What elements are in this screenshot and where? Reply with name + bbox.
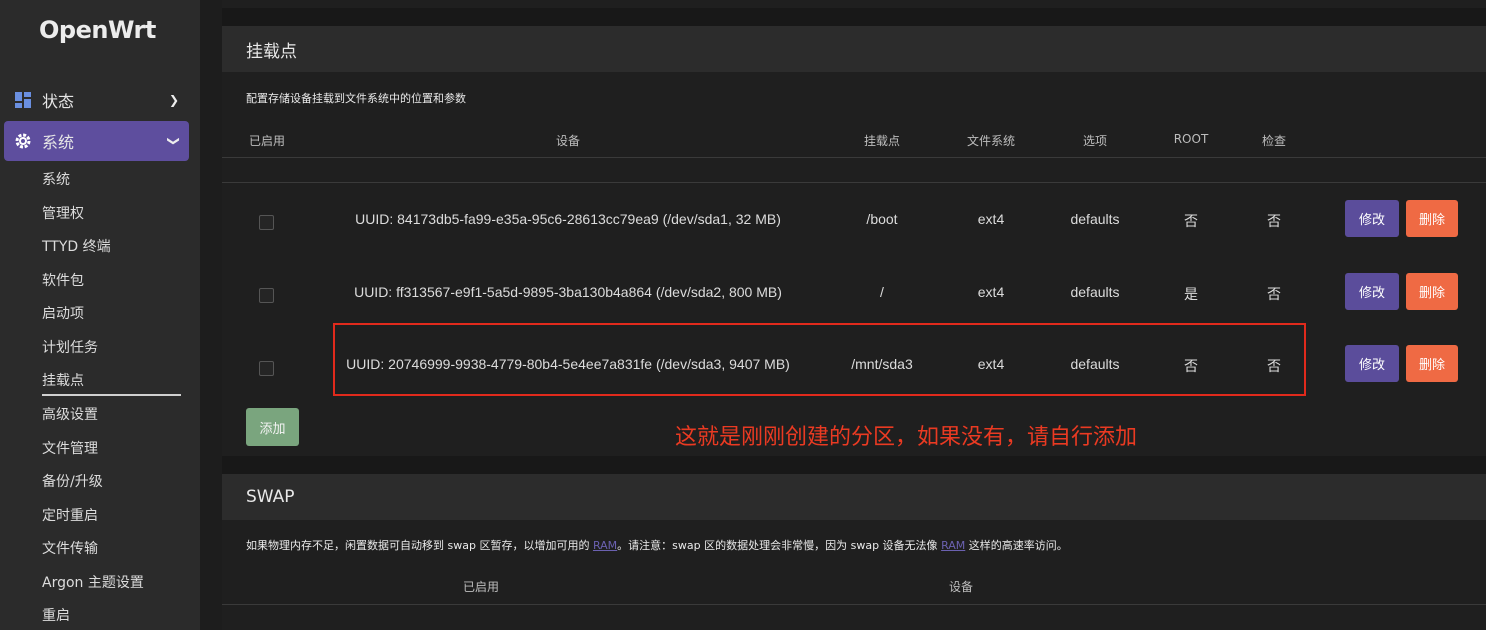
- swap-panel: SWAP 如果物理内存不足，闲置数据可自动移到 swap 区暂存，以增加可用的 …: [222, 474, 1486, 630]
- row-mountpoint: /: [880, 284, 884, 300]
- header-enabled: 已启用: [462, 580, 500, 594]
- previous-panel-bottom: [222, 0, 1486, 8]
- add-button[interactable]: 添加: [246, 408, 299, 446]
- header-options: 选项: [1082, 134, 1108, 148]
- sidebar-subitem-filemanager[interactable]: 文件管理: [42, 438, 98, 458]
- chevron-right-icon: ❯: [168, 93, 179, 107]
- sidebar-item-label: 系统: [42, 133, 75, 152]
- row-options: defaults: [1070, 284, 1120, 300]
- sidebar-subitem-packages[interactable]: 软件包: [42, 270, 84, 290]
- gear-icon: [15, 133, 31, 149]
- sidebar-subitem-reboot[interactable]: 重启: [42, 605, 70, 625]
- sidebar-edge: [200, 0, 222, 630]
- header-enabled: 已启用: [248, 134, 286, 148]
- annotation-text: 这就是刚刚创建的分区，如果没有，请自行添加: [675, 425, 1138, 450]
- header-check: 检查: [1261, 134, 1287, 148]
- enabled-checkbox[interactable]: [259, 288, 274, 303]
- sidebar-item-system[interactable]: 系统 ❯: [4, 121, 189, 161]
- mount-points-panel: 挂载点 配置存储设备挂载到文件系统中的位置和参数 已启用 设备 挂载点 文件系统…: [222, 26, 1486, 456]
- row-device: UUID: 84173db5-fa99-e35a-95c6-28613cc79e…: [355, 211, 781, 227]
- dashboard-icon: [15, 92, 31, 108]
- swap-desc-text: 如果物理内存不足，闲置数据可自动移到 swap 区暂存，以增加可用的: [246, 539, 593, 552]
- row-check: 否: [1267, 213, 1281, 229]
- edit-button[interactable]: 修改: [1345, 345, 1399, 382]
- sidebar-subitem-ttyd[interactable]: TTYD 终端: [42, 236, 111, 256]
- ram-link[interactable]: RAM: [941, 539, 965, 552]
- sidebar-subitem-timedreboot[interactable]: 定时重启: [42, 505, 98, 525]
- mount-points-description: 配置存储设备挂载到文件系统中的位置和参数: [246, 92, 466, 105]
- swap-title: SWAP: [222, 474, 1486, 520]
- highlight-box: [333, 323, 1306, 396]
- sidebar-subitem-advanced[interactable]: 高级设置: [42, 404, 98, 424]
- enabled-checkbox[interactable]: [259, 361, 274, 376]
- edit-button[interactable]: 修改: [1345, 273, 1399, 310]
- header-device: 设备: [948, 580, 974, 594]
- sidebar: OpenWrt 状态 ❯ 系统 ❯ 系统 管理权 TTYD 终端 软件包 启动项…: [0, 0, 200, 630]
- sidebar-subitem-mountpoints[interactable]: 挂载点: [42, 370, 84, 390]
- delete-button[interactable]: 删除: [1406, 273, 1458, 310]
- swap-description: 如果物理内存不足，闲置数据可自动移到 swap 区暂存，以增加可用的 RAM。请…: [246, 537, 1068, 553]
- swap-desc-text: 这样的高速率访问。: [965, 539, 1068, 552]
- header-filesystem: 文件系统: [966, 134, 1016, 148]
- enabled-checkbox[interactable]: [259, 215, 274, 230]
- header-mountpoint: 挂载点: [863, 134, 901, 148]
- row-root: 否: [1184, 213, 1198, 229]
- row-mountpoint: /boot: [866, 211, 898, 227]
- sidebar-subitem-startup[interactable]: 启动项: [42, 303, 84, 323]
- mount-points-title: 挂载点: [222, 26, 1486, 72]
- row-root: 是: [1184, 286, 1198, 302]
- row-check: 否: [1267, 286, 1281, 302]
- swap-desc-text: 。请注意：swap 区的数据处理会非常慢，因为 swap 设备无法像: [617, 539, 942, 552]
- divider: [222, 604, 1486, 605]
- edit-button[interactable]: 修改: [1345, 200, 1399, 237]
- sidebar-subitem-admin[interactable]: 管理权: [42, 203, 84, 223]
- sidebar-subitem-backup[interactable]: 备份/升级: [42, 471, 103, 491]
- sidebar-subitem-crontab[interactable]: 计划任务: [42, 337, 98, 357]
- row-filesystem: ext4: [977, 284, 1005, 300]
- divider: [222, 182, 1486, 183]
- header-device: 设备: [555, 134, 581, 148]
- active-underline: [42, 394, 181, 396]
- delete-button[interactable]: 删除: [1406, 345, 1458, 382]
- chevron-down-icon: ❯: [166, 135, 181, 147]
- delete-button[interactable]: 删除: [1406, 200, 1458, 237]
- sidebar-subitem-argon[interactable]: Argon 主题设置: [42, 572, 144, 592]
- sidebar-subitem-system[interactable]: 系统: [42, 169, 70, 189]
- divider: [222, 157, 1486, 158]
- ram-link[interactable]: RAM: [593, 539, 617, 552]
- row-filesystem: ext4: [977, 211, 1005, 227]
- header-root: ROOT: [1173, 132, 1209, 146]
- row-device: UUID: ff313567-e9f1-5a5d-9895-3ba130b4a8…: [354, 284, 782, 300]
- brand-logo[interactable]: OpenWrt: [39, 16, 156, 44]
- row-options: defaults: [1070, 211, 1120, 227]
- sidebar-item-label: 状态: [42, 92, 75, 111]
- sidebar-item-status[interactable]: 状态 ❯: [4, 80, 189, 120]
- sidebar-subitem-filetransfer[interactable]: 文件传输: [42, 538, 98, 558]
